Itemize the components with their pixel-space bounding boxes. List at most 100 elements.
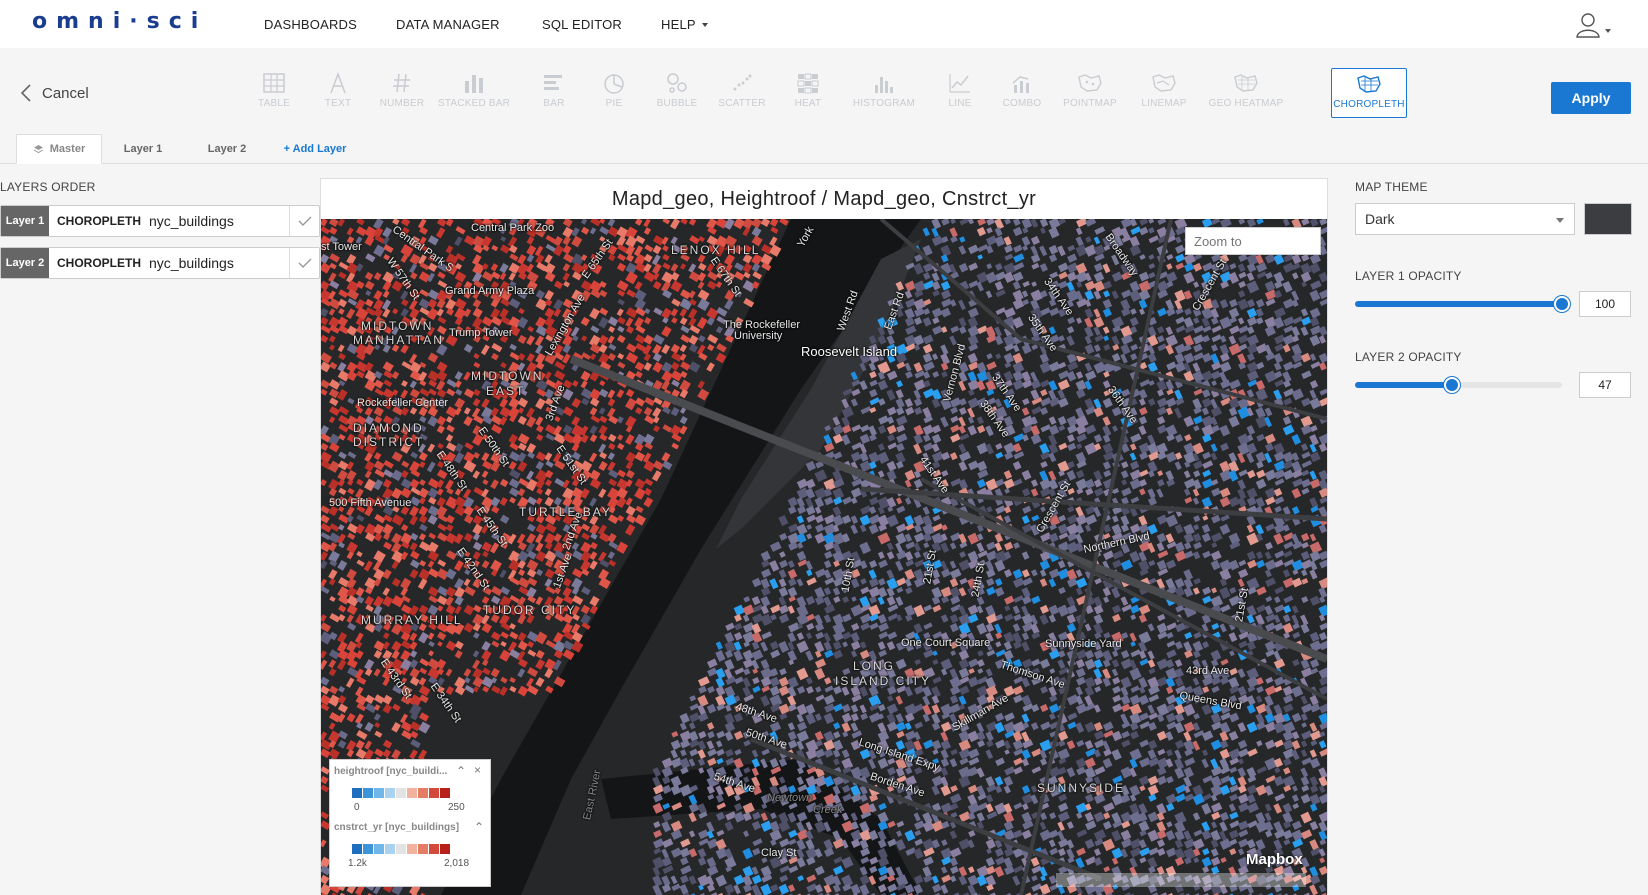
building [409, 254, 420, 265]
building [967, 533, 978, 545]
building [698, 829, 709, 839]
building [1310, 452, 1321, 463]
building [1166, 271, 1178, 282]
building [571, 236, 582, 248]
building [383, 704, 392, 714]
building [625, 497, 632, 505]
building [1058, 803, 1068, 812]
building [869, 362, 877, 371]
layer-row-2[interactable]: Layer 2 CHOROPLETH nyc_buildings [0, 247, 320, 279]
cancel-button[interactable]: Cancel [20, 84, 89, 102]
building [824, 497, 833, 506]
building [1094, 793, 1106, 804]
building [1211, 406, 1222, 416]
chart-type-label: HEAT [770, 98, 846, 109]
building [815, 632, 824, 640]
building [1130, 524, 1141, 534]
building [1202, 434, 1212, 443]
nav-data-manager[interactable]: DATA MANAGER [396, 17, 500, 32]
nav-help[interactable]: HELP [661, 17, 708, 32]
building [445, 533, 456, 544]
building [347, 451, 356, 458]
building [958, 695, 966, 705]
nav-dashboards[interactable]: DASHBOARDS [264, 17, 357, 32]
layer-row-1[interactable]: Layer 1 CHOROPLETH nyc_buildings [0, 205, 320, 237]
building [932, 605, 941, 613]
building [860, 515, 871, 526]
building [1076, 686, 1084, 695]
tab-layer-2[interactable]: Layer 2 [194, 134, 260, 164]
add-layer-button[interactable]: + Add Layer [280, 134, 350, 164]
building [761, 812, 768, 821]
building [401, 506, 410, 515]
chart-type-stacked-bar[interactable]: STACKED BAR [436, 68, 512, 118]
chart-type-linemap[interactable]: LINEMAP [1126, 68, 1202, 118]
tab-master[interactable]: Master [16, 134, 102, 164]
building [1301, 542, 1309, 549]
building [887, 434, 895, 442]
building [1102, 741, 1110, 751]
building [652, 470, 662, 481]
building [581, 434, 589, 443]
building [1013, 479, 1022, 486]
building [1031, 569, 1038, 576]
apply-button[interactable]: Apply [1551, 82, 1631, 114]
chart-type-heat[interactable]: HEAT [770, 68, 846, 118]
building [554, 406, 565, 416]
building [437, 443, 443, 449]
chart-type-combo[interactable]: COMBO [984, 68, 1060, 118]
chart-type-histogram[interactable]: HISTOGRAM [846, 68, 922, 118]
building [986, 650, 995, 657]
building [428, 263, 438, 272]
building [608, 478, 617, 486]
building [752, 596, 761, 605]
omnisci-logo[interactable]: omni·sci [32, 9, 207, 34]
building [599, 389, 608, 398]
building [481, 641, 491, 651]
layer-visibility-toggle[interactable] [289, 248, 319, 278]
building [752, 668, 758, 674]
building [860, 452, 869, 462]
building [1121, 487, 1132, 496]
building [562, 551, 572, 562]
building [383, 460, 393, 469]
building [1112, 731, 1123, 742]
building [868, 569, 876, 579]
chart-type-number[interactable]: NUMBER [364, 68, 440, 118]
building [1094, 722, 1103, 731]
building [977, 587, 985, 595]
building [536, 650, 545, 659]
building [860, 667, 871, 678]
building [1201, 704, 1212, 715]
text-icon [325, 71, 351, 95]
building [1112, 227, 1123, 239]
tab-layer-1[interactable]: Layer 1 [110, 134, 176, 164]
building [1049, 416, 1057, 425]
building [743, 731, 750, 738]
building [1193, 578, 1201, 585]
building [787, 695, 796, 706]
building [788, 587, 798, 597]
choropleth-map[interactable]: Central Park Zoo LENOX HILL Grand Army P… [321, 219, 1327, 895]
layer-visibility-toggle[interactable] [289, 206, 319, 236]
building [1238, 767, 1246, 777]
nav-sql-editor[interactable]: SQL EDITOR [542, 17, 622, 32]
building [1139, 416, 1147, 425]
building [536, 524, 547, 535]
building [994, 327, 1002, 337]
chart-type-choropleth[interactable]: CHOROPLETH [1331, 68, 1407, 118]
building [562, 389, 573, 401]
building [923, 361, 935, 371]
building [409, 749, 418, 759]
building [535, 659, 545, 670]
chart-type-geo-heatmap[interactable]: GEO HEATMAP [1202, 68, 1290, 118]
user-menu[interactable] [1576, 12, 1612, 38]
linemap-icon [1151, 71, 1177, 95]
building [1076, 488, 1083, 494]
building [338, 289, 348, 298]
building [463, 560, 471, 569]
chart-type-pointmap[interactable]: POINTMAP [1052, 68, 1128, 118]
building [536, 379, 549, 391]
chart-type-scatter[interactable]: SCATTER [704, 68, 780, 118]
building [968, 262, 978, 271]
